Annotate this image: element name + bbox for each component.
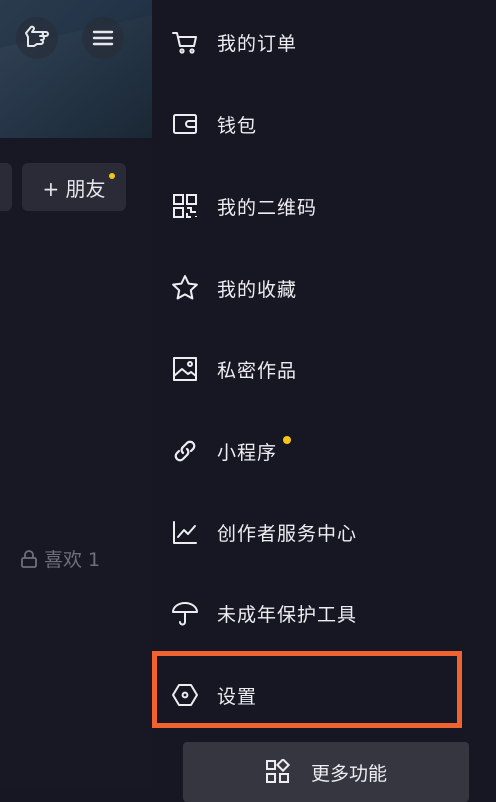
menu-item-label: 钱包	[217, 114, 258, 137]
menu-item-wallet[interactable]: 钱包	[152, 83, 496, 165]
likes-label: 喜欢 1	[44, 549, 101, 571]
menu-item-minor-protection[interactable]: 未成年保护工具	[152, 572, 496, 654]
menu-item-private-works[interactable]: 私密作品	[152, 328, 496, 410]
cart-icon	[170, 27, 200, 57]
hand-gesture-button[interactable]	[16, 17, 58, 59]
more-features-button[interactable]: 更多功能	[183, 742, 469, 802]
add-friend-label: + 朋友	[42, 176, 106, 201]
menu-item-label: 未成年保护工具	[217, 603, 358, 626]
hamburger-icon	[91, 26, 115, 50]
menu-item-label: 小程序	[217, 441, 278, 464]
menu-item-label: 私密作品	[217, 359, 298, 382]
menu-button[interactable]	[82, 17, 124, 59]
profile-background: + 朋友 喜欢 1	[0, 0, 152, 790]
add-friend-button[interactable]: + 朋友	[22, 163, 126, 211]
star-icon	[170, 273, 200, 303]
mini-programs-badge	[283, 436, 291, 444]
settings-highlight-box	[152, 651, 462, 728]
grid-icon	[265, 759, 291, 785]
menu-item-favorites[interactable]: 我的收藏	[152, 247, 496, 329]
image-icon	[170, 354, 200, 384]
side-drawer: 我的订单 钱包 我的二维码 我的收藏 私密作品 小程序 创作者服务中心 未成年保…	[152, 0, 496, 802]
more-features-label: 更多功能	[310, 762, 387, 785]
qr-code-icon	[170, 191, 200, 221]
menu-item-orders[interactable]: 我的订单	[152, 1, 496, 83]
menu-item-label: 我的订单	[217, 32, 298, 55]
lock-icon	[20, 549, 38, 569]
edit-profile-button[interactable]	[0, 163, 12, 211]
menu-item-mini-programs[interactable]: 小程序	[152, 410, 496, 492]
menu-item-label: 我的收藏	[217, 278, 298, 301]
likes-tab[interactable]: 喜欢 1	[20, 545, 100, 572]
hand-icon	[23, 24, 51, 52]
link-icon	[170, 436, 200, 466]
menu-item-label: 我的二维码	[217, 196, 318, 219]
menu-item-creator-center[interactable]: 创作者服务中心	[152, 491, 496, 573]
add-friend-badge	[109, 173, 115, 179]
chart-icon	[170, 517, 200, 547]
menu-item-label: 创作者服务中心	[217, 522, 358, 545]
menu-item-qr-code[interactable]: 我的二维码	[152, 165, 496, 247]
umbrella-icon	[170, 598, 200, 628]
wallet-icon	[170, 109, 200, 139]
